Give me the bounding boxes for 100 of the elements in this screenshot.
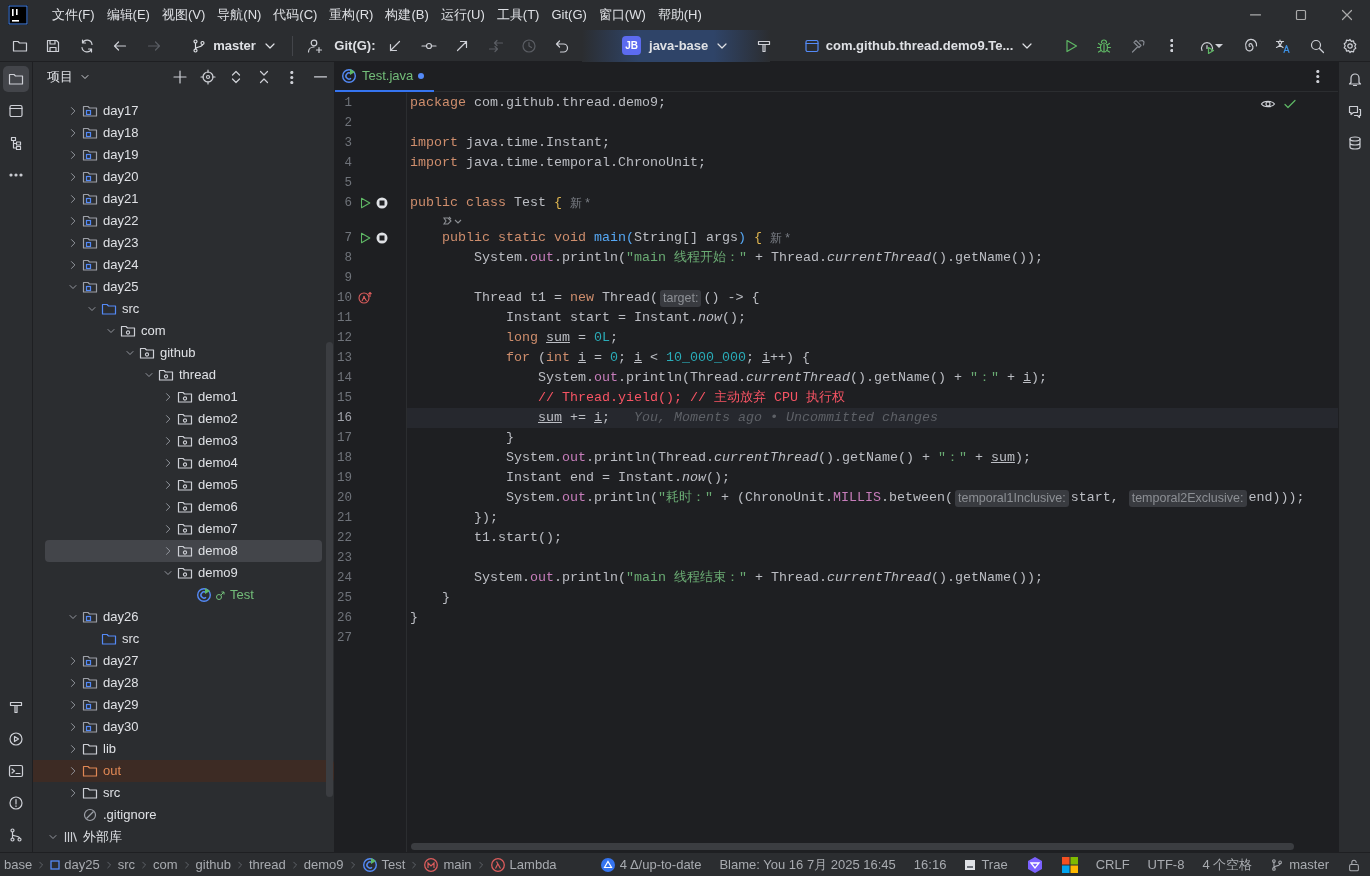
tree-item[interactable]: day21 xyxy=(33,188,322,210)
tree-item[interactable]: src xyxy=(33,628,322,650)
tree-item[interactable]: day25 xyxy=(33,276,322,298)
tree-item[interactable]: github xyxy=(33,342,322,364)
breadcrumb[interactable]: src xyxy=(113,854,139,875)
tree-item[interactable]: demo2 xyxy=(33,408,322,430)
tree-item[interactable]: day28 xyxy=(33,672,322,694)
tree-item[interactable]: demo3 xyxy=(33,430,322,452)
tree-item[interactable]: day20 xyxy=(33,166,322,188)
project-widget[interactable]: JB java-base xyxy=(582,29,771,62)
tree-item[interactable]: src xyxy=(33,782,322,804)
status-item[interactable]: UTF-8 xyxy=(1138,854,1194,875)
menu-item[interactable]: Git(G) xyxy=(545,3,593,27)
scrollbar[interactable] xyxy=(411,843,1294,850)
hexagon-icon xyxy=(1025,855,1044,874)
tree-item[interactable]: demo6 xyxy=(33,496,322,518)
breadcrumb[interactable]: Test xyxy=(357,854,410,875)
tree-item[interactable]: demo9 xyxy=(33,562,322,584)
breadcrumb[interactable]: main xyxy=(419,854,476,875)
code-text: Thread t1 = new Thread( xyxy=(474,289,658,307)
tree-item[interactable]: day29 xyxy=(33,694,322,716)
tree-item[interactable]: day26 xyxy=(33,606,322,628)
run-icon xyxy=(358,231,372,245)
module-folder-icon xyxy=(82,213,98,229)
menu-item[interactable]: 视图(V) xyxy=(155,3,212,27)
breadcrumb[interactable]: day25 xyxy=(46,854,104,875)
editor-tab[interactable]: Test.java xyxy=(335,61,435,92)
tree-item[interactable]: com xyxy=(33,320,322,342)
menu-item[interactable]: 导航(N) xyxy=(211,3,268,27)
item-label: demo6 xyxy=(198,498,238,517)
item-label: day26 xyxy=(103,608,139,627)
item-label: Test xyxy=(230,586,254,605)
tree-item[interactable]: demo5 xyxy=(33,474,322,496)
tree-item[interactable]: .gitignore xyxy=(33,804,322,826)
project-view-dropdown[interactable]: 项目 xyxy=(43,67,95,87)
tree-item[interactable]: 外部库 xyxy=(33,826,334,848)
line-number: 26 xyxy=(336,609,352,627)
item-label: day29 xyxy=(103,696,139,715)
tree-item[interactable]: day23 xyxy=(33,232,322,254)
tree-item[interactable]: demo1 xyxy=(33,386,322,408)
tree-item[interactable]: day17 xyxy=(33,100,322,122)
menu-item[interactable]: 构建(B) xyxy=(379,3,435,27)
tree-item[interactable]: day30 xyxy=(33,716,322,738)
breadcrumb[interactable]: base xyxy=(0,854,37,875)
tree-item[interactable]: lib xyxy=(33,738,322,760)
parameter-hint: temporal2Exclusive: xyxy=(1128,489,1247,507)
status-item[interactable]: CRLF xyxy=(1086,854,1139,875)
line-number: 25 xyxy=(336,589,352,607)
tree-item[interactable]: day27 xyxy=(33,650,322,672)
tree-item[interactable]: demo7 xyxy=(33,518,322,540)
vcs-status[interactable]: 4 Δ/up-to-date xyxy=(591,854,711,875)
breadcrumb[interactable]: com xyxy=(148,854,182,875)
code-text: System.out.println("main 线程开始：" + Thread.currentThread().getName()); xyxy=(474,249,1043,267)
status-item[interactable]: Blame: You 16 7月 2025 16:45 xyxy=(710,854,905,875)
menu-item[interactable]: 运行(U) xyxy=(434,3,491,27)
excluded-folder-icon xyxy=(82,763,98,779)
menu-item[interactable]: 窗口(W) xyxy=(592,3,652,27)
branch-widget[interactable]: master xyxy=(1261,854,1338,875)
breadcrumb[interactable]: github xyxy=(191,854,235,875)
line-number: 4 xyxy=(343,154,352,172)
menu-item[interactable]: 帮助(H) xyxy=(651,3,708,27)
breadcrumb[interactable]: Lambda xyxy=(485,854,561,875)
status-item[interactable]: 4 个空格 xyxy=(1193,854,1262,875)
minus-icon xyxy=(313,76,327,78)
app-logo-icon xyxy=(8,5,28,25)
window-icon xyxy=(8,103,24,119)
line-number: 7 xyxy=(343,229,352,247)
tree-item[interactable]: day19 xyxy=(33,144,322,166)
status-item[interactable]: Trae xyxy=(955,854,1017,875)
tree-item[interactable]: demo4 xyxy=(33,452,322,474)
item-label: day19 xyxy=(103,146,139,165)
tree-item[interactable]: Test xyxy=(33,584,322,606)
item-label: src xyxy=(122,300,140,319)
tree-item[interactable]: thread xyxy=(33,364,322,386)
menu-item[interactable]: 代码(C) xyxy=(267,3,324,27)
status-item[interactable]: 16:16 xyxy=(904,854,956,875)
breadcrumb[interactable]: demo9 xyxy=(299,854,348,875)
menu-item[interactable]: 文件(F) xyxy=(46,3,101,27)
menu-item[interactable]: 编辑(E) xyxy=(100,3,156,27)
tree-item[interactable]: src xyxy=(33,298,322,320)
line-number: 8 xyxy=(343,249,352,267)
scrollbar[interactable] xyxy=(326,342,333,797)
code-vision-icon[interactable] xyxy=(442,214,464,227)
tree-item[interactable]: day22 xyxy=(33,210,322,232)
tree-item[interactable]: day24 xyxy=(33,254,322,276)
project-tool-button[interactable] xyxy=(3,66,29,92)
tree-item[interactable]: day18 xyxy=(33,122,322,144)
tree-item[interactable]: out xyxy=(33,760,334,782)
structure-icon xyxy=(8,135,24,151)
terminal-icon xyxy=(8,763,24,779)
menu-item[interactable]: 重构(R) xyxy=(323,3,380,27)
item-label: day24 xyxy=(103,256,139,275)
item-label: src xyxy=(122,630,140,649)
branch-dropdown[interactable]: master xyxy=(185,32,284,59)
item-label: 外部库 xyxy=(83,828,122,847)
settings-icon xyxy=(1342,37,1359,54)
breadcrumb[interactable]: thread xyxy=(244,854,290,875)
menu-item[interactable]: 工具(T) xyxy=(490,3,546,27)
tree-item[interactable]: demo8 xyxy=(45,540,322,562)
run-config-dropdown[interactable]: com.github.thread.demo9.Te... xyxy=(797,32,1042,59)
